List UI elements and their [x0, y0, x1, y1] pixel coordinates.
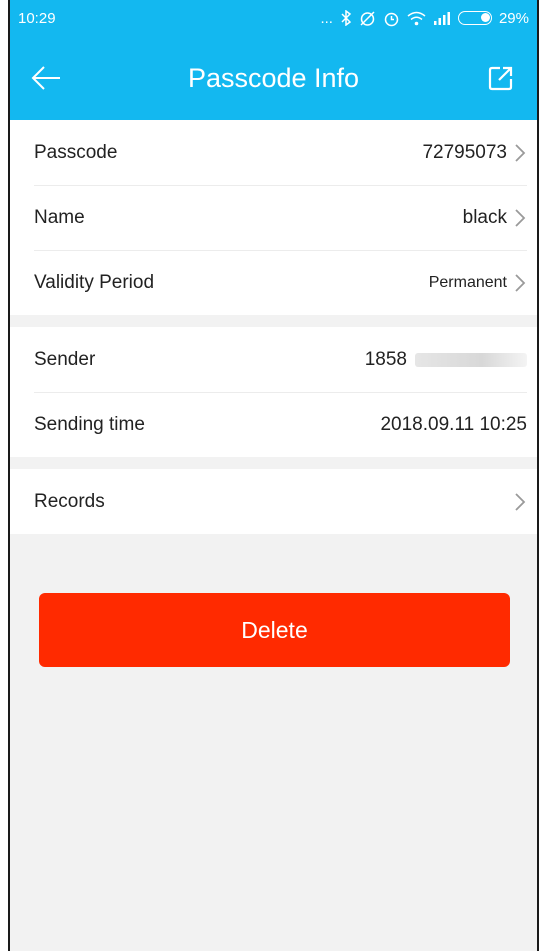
sending-time-row: Sending time 2018.09.11 10:25	[10, 392, 537, 457]
sender-row: Sender 1858	[10, 327, 537, 392]
name-row[interactable]: Name black	[10, 185, 537, 250]
passcode-value-wrap: 72795073	[422, 142, 527, 164]
records-group: Records	[10, 469, 537, 534]
signal-icon	[433, 12, 450, 25]
arrow-left-icon	[31, 66, 60, 90]
chevron-right-icon	[515, 492, 526, 511]
name-label: Name	[34, 206, 85, 228]
records-label: Records	[34, 490, 105, 512]
status-time: 10:29	[18, 9, 56, 27]
sender-info-group: Sender 1858 Sending time 2018.09.11 10:2…	[10, 327, 537, 457]
status-dots: ...	[320, 9, 333, 27]
validity-label: Validity Period	[34, 271, 155, 293]
name-value: black	[462, 206, 507, 228]
delete-area: Delete	[10, 534, 537, 667]
passcode-row[interactable]: Passcode 72795073	[10, 120, 537, 185]
validity-row[interactable]: Validity Period Permanent	[10, 250, 537, 315]
sender-value-wrap: 1858	[365, 349, 527, 371]
delete-button[interactable]: Delete	[39, 593, 510, 667]
wifi-icon	[407, 11, 426, 25]
passcode-value: 72795073	[422, 141, 507, 163]
sender-value: 1858	[364, 348, 407, 370]
sender-label: Sender	[34, 348, 96, 370]
page-title: Passcode Info	[187, 62, 360, 93]
validity-value-wrap: Permanent	[429, 273, 527, 293]
battery-percent: 29%	[498, 9, 529, 27]
chevron-right-icon	[515, 143, 526, 162]
passcode-label: Passcode	[34, 141, 118, 163]
bluetooth-icon	[341, 10, 352, 26]
status-icons: ... 29%	[320, 10, 529, 27]
share-button[interactable]	[481, 58, 521, 98]
alarm-off-icon	[360, 10, 375, 26]
section-divider	[10, 315, 537, 327]
chevron-right-icon	[515, 273, 526, 292]
sending-time-label: Sending time	[34, 413, 145, 435]
share-icon	[488, 66, 513, 91]
app-bar: Passcode Info	[10, 36, 537, 120]
passcode-info-group: Passcode 72795073 Name black Validity Pe…	[10, 120, 537, 315]
alarm-icon	[384, 12, 399, 26]
screen: 10:29 ... 29% Passcode Info Passcode 727…	[8, 0, 539, 951]
name-value-wrap: black	[463, 207, 527, 229]
sending-time-value: 2018.09.11 10:25	[380, 413, 527, 435]
chevron-right-icon	[515, 208, 526, 227]
battery-icon	[457, 11, 492, 25]
back-button[interactable]	[26, 58, 66, 98]
redacted-blur	[415, 352, 527, 367]
validity-value: Permanent	[428, 273, 507, 291]
status-bar: 10:29 ... 29%	[10, 0, 537, 36]
section-divider	[10, 457, 537, 469]
records-row[interactable]: Records	[10, 469, 537, 534]
